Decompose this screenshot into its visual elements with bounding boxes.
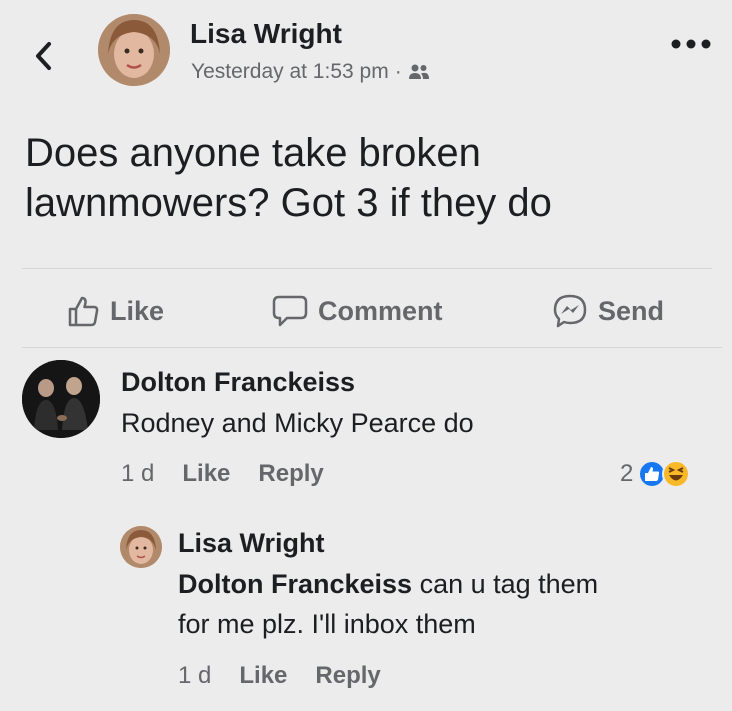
post-text-line: lawnmowers? Got 3 if they do <box>25 181 552 225</box>
author-avatar[interactable] <box>98 14 170 86</box>
reply-mention[interactable]: Dolton Franckeiss <box>178 569 412 599</box>
group-photo-icon <box>22 360 100 438</box>
post-meta: Yesterday at 1:53 pm · <box>191 60 430 84</box>
comment-bubble-icon <box>272 295 308 327</box>
reply-reply-button[interactable]: Reply <box>315 662 380 690</box>
comment-label: Comment <box>318 295 443 326</box>
meta-separator: · <box>394 60 402 83</box>
like-label: Like <box>110 295 165 326</box>
comment-actions: 1 d Like Reply <box>121 460 324 488</box>
more-options-icon[interactable] <box>670 38 712 50</box>
send-label: Send <box>598 295 665 326</box>
friends-icon <box>408 64 429 79</box>
send-button[interactable]: Send <box>552 291 664 331</box>
post-author-name[interactable]: Lisa Wright <box>190 18 342 50</box>
comment-time[interactable]: 1 d <box>121 460 154 488</box>
divider <box>22 347 722 348</box>
post-text-line: Does anyone take broken <box>25 131 481 175</box>
reply-author-avatar[interactable] <box>120 526 162 568</box>
reply-text: Dolton Franckeiss can u tag them <box>178 565 598 603</box>
messenger-icon <box>553 294 587 328</box>
post-timestamp[interactable]: Yesterday at 1:53 pm <box>191 60 389 84</box>
haha-reaction-icon <box>662 460 691 488</box>
comment-like-button[interactable]: Like <box>182 460 230 488</box>
commenter-avatar[interactable] <box>22 360 100 438</box>
divider <box>22 268 712 269</box>
person-portrait-icon <box>120 526 162 568</box>
reply-like-button[interactable]: Like <box>239 662 287 690</box>
reply-time[interactable]: 1 d <box>178 662 211 690</box>
post-text: Does anyone take broken lawnmowers? Got … <box>25 128 715 228</box>
comment-text: Rodney and Micky Pearce do <box>121 408 474 438</box>
reply-author-name[interactable]: Lisa Wright <box>178 528 325 559</box>
comment-author-name[interactable]: Dolton Franckeiss <box>121 367 355 398</box>
like-button[interactable]: Like <box>66 291 164 331</box>
reply-text-part: can u tag them <box>412 569 599 599</box>
thumbs-up-icon <box>68 296 99 327</box>
reaction-summary[interactable]: 2 <box>620 459 691 489</box>
comment-button[interactable]: Comment <box>272 291 443 331</box>
reply-actions: 1 d Like Reply <box>178 662 381 690</box>
person-portrait-icon <box>98 14 170 86</box>
reaction-count: 2 <box>620 460 634 487</box>
back-arrow-icon[interactable] <box>30 36 56 76</box>
comment-reply-button[interactable]: Reply <box>258 460 323 488</box>
reply-text-line2: for me plz. I'll inbox them <box>178 609 476 639</box>
